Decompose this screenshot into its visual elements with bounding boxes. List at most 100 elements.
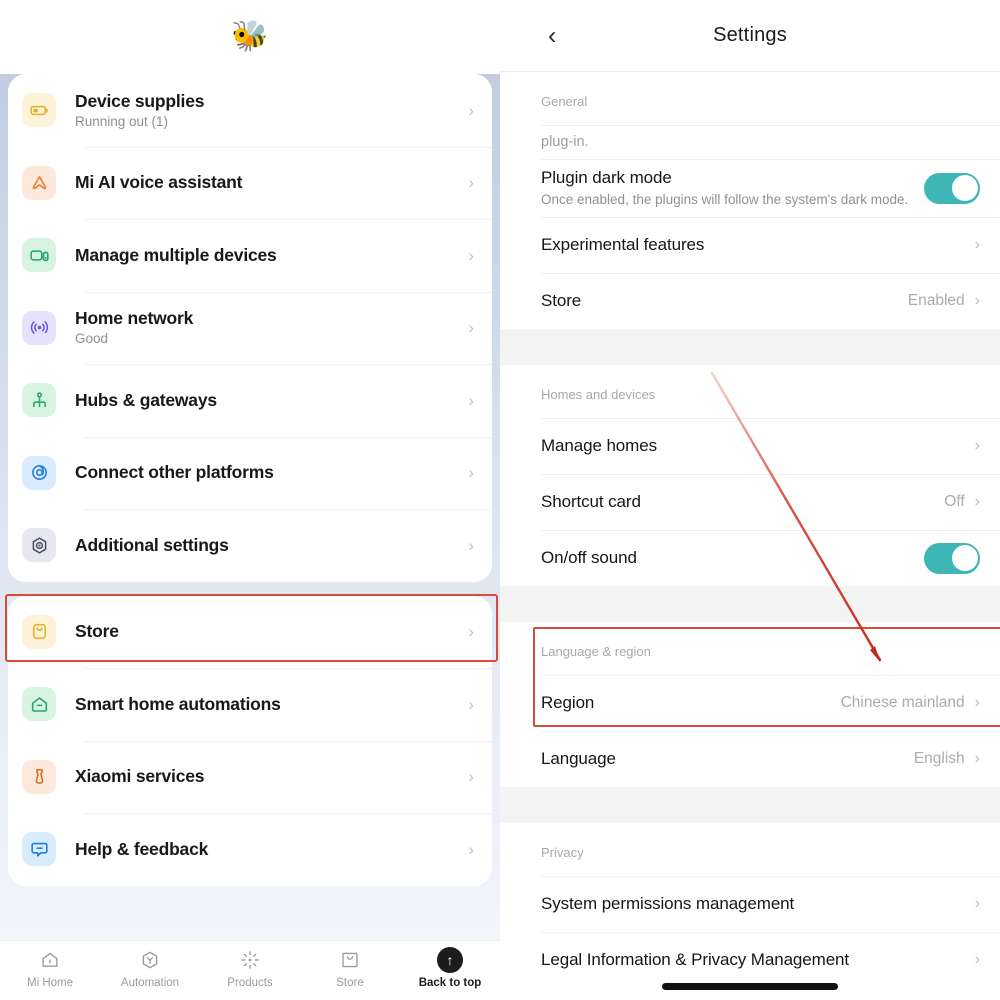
chevron-right-icon: › (468, 463, 474, 483)
home-automation-icon (22, 687, 56, 722)
sidebar-item-texts: Help & feedback (75, 839, 460, 860)
section-label-language-region: Language & region (500, 622, 1000, 675)
battery-icon (22, 93, 56, 128)
gear-hex-icon (22, 528, 56, 563)
sidebar-item-help-feedback[interactable]: Help & feedback › (8, 813, 492, 886)
row-description: Once enabled, the plugins will follow th… (541, 192, 909, 207)
chevron-right-icon: › (974, 750, 980, 767)
row-system-permissions-management[interactable]: System permissions management › (500, 876, 1000, 932)
wifi-signal-icon (22, 310, 56, 345)
section-divider (500, 787, 1000, 823)
nav-tab-label: Store (336, 977, 364, 989)
mi-ai-icon (22, 165, 56, 200)
row-language[interactable]: Language English › (500, 731, 1000, 787)
sidebar-item-home-network[interactable]: Home network Good › (8, 291, 492, 364)
row-texts: Manage homes (541, 427, 965, 465)
row-label: Experimental features (541, 235, 705, 254)
row-manage-homes[interactable]: Manage homes › (500, 418, 1000, 474)
nav-tab-label: Products (227, 977, 273, 989)
row-store[interactable]: Store Enabled › (500, 273, 1000, 329)
platforms-icon (22, 455, 56, 490)
sidebar-item-texts: Hubs & gateways (75, 390, 460, 411)
row-label: Legal Information & Privacy Management (541, 950, 850, 969)
row-on-off-sound[interactable]: On/off sound (500, 530, 1000, 586)
sidebar-item-texts: Mi AI voice assistant (75, 172, 460, 193)
nav-tab-back-to-top[interactable]: ↑ Back to top (400, 947, 500, 989)
row-label: Region (541, 693, 595, 712)
sidebar-item-additional-settings[interactable]: Additional settings › (8, 509, 492, 582)
row-label: Store (541, 291, 582, 310)
settings-card-secondary: Store › Smart home automations › Xiaomi … (8, 595, 492, 886)
home-icon (39, 947, 61, 973)
sidebar-item-connect-other-platforms[interactable]: Connect other platforms › (8, 436, 492, 509)
row-value: Enabled (907, 292, 965, 309)
chevron-right-icon: › (468, 245, 474, 265)
row-label: Plugin dark mode (541, 168, 672, 187)
row-label: System permissions management (541, 894, 795, 913)
section-label-general: General (500, 72, 1000, 125)
sidebar-item-label: Hubs & gateways (75, 389, 217, 410)
row-texts: On/off sound (541, 539, 924, 577)
sidebar-item-mi-ai-voice-assistant[interactable]: Mi AI voice assistant › (8, 146, 492, 219)
row-texts: System permissions management (541, 885, 975, 923)
bee-emoji: 🐝 (231, 20, 269, 53)
row-texts: Experimental features (541, 226, 965, 264)
row-legal-information-privacy-management[interactable]: Legal Information & Privacy Management › (500, 932, 1000, 988)
sidebar-item-store[interactable]: Store › (8, 595, 492, 668)
chevron-right-icon: › (974, 437, 980, 454)
sidebar-item-xiaomi-services[interactable]: Xiaomi services › (8, 740, 492, 813)
nav-tab-store[interactable]: Store (300, 947, 400, 989)
row-plugin-description-cut: plug-in. (500, 125, 1000, 159)
section-label-homes-and-devices: Homes and devices (500, 365, 1000, 418)
sidebar-item-smart-home-automations[interactable]: Smart home automations › (8, 668, 492, 741)
section-label-privacy: Privacy (500, 823, 1000, 876)
toggle-knob (951, 175, 978, 201)
row-texts: Plugin dark mode Once enabled, the plugi… (541, 159, 924, 217)
left-header: 🐝 (0, 0, 500, 74)
settings-header: ‹ Settings (500, 0, 1000, 72)
row-texts: Region (541, 684, 841, 722)
row-value: Chinese mainland (840, 694, 965, 711)
sidebar-item-label: Store (75, 621, 119, 642)
chevron-left-icon[interactable]: ‹ (548, 23, 556, 48)
chevron-right-icon: › (468, 694, 474, 714)
row-experimental-features[interactable]: Experimental features › (500, 217, 1000, 273)
row-label: Language (541, 749, 616, 768)
arrow-up-circle-icon: ↑ (437, 947, 463, 973)
row-plugin-dark-mode[interactable]: Plugin dark mode Once enabled, the plugi… (500, 159, 1000, 217)
cut-description-text: plug-in. (541, 134, 589, 150)
nav-tab-automation[interactable]: Automation (100, 947, 200, 989)
sidebar-item-texts: Device supplies Running out (1) (75, 91, 460, 130)
row-label: Shortcut card (541, 492, 641, 511)
row-texts: Shortcut card (541, 483, 944, 521)
nav-tab-products[interactable]: Products (200, 947, 300, 989)
chevron-right-icon: › (468, 100, 474, 120)
chevron-right-icon: › (974, 236, 980, 253)
sparkle-icon (238, 947, 262, 973)
chevron-right-icon: › (468, 622, 474, 642)
chevron-right-icon: › (974, 292, 980, 309)
row-shortcut-card[interactable]: Shortcut card Off › (500, 474, 1000, 530)
page-title: Settings (713, 24, 787, 46)
toggle-on-off-sound[interactable] (924, 542, 980, 574)
row-region[interactable]: Region Chinese mainland › (500, 675, 1000, 731)
nav-tab-mi-home[interactable]: Mi Home (0, 947, 100, 989)
chevron-right-icon: › (468, 767, 474, 787)
sidebar-item-label: Home network (75, 308, 194, 329)
nav-tab-label: Back to top (418, 977, 482, 989)
chevron-right-icon: › (468, 390, 474, 410)
toggle-knob (951, 545, 978, 571)
sidebar-item-device-supplies[interactable]: Device supplies Running out (1) › (8, 74, 492, 147)
sidebar-item-texts: Manage multiple devices (75, 245, 460, 266)
section-divider (500, 329, 1000, 365)
sidebar-item-hubs-gateways[interactable]: Hubs & gateways › (8, 364, 492, 437)
left-scroll-body[interactable]: Device supplies Running out (1) › Mi AI … (0, 74, 500, 940)
chevron-right-icon: › (974, 493, 980, 510)
hexagon-y-icon (139, 947, 161, 973)
mi-home-settings-pane: 🐝 Device supplies Running out (1) › Mi A… (0, 0, 500, 1000)
nav-tab-label: Automation (120, 977, 180, 989)
home-indicator (662, 983, 838, 990)
sidebar-item-label: Additional settings (75, 534, 229, 555)
sidebar-item-manage-multiple-devices[interactable]: Manage multiple devices › (8, 219, 492, 292)
toggle-plugin-dark-mode[interactable] (924, 172, 980, 204)
